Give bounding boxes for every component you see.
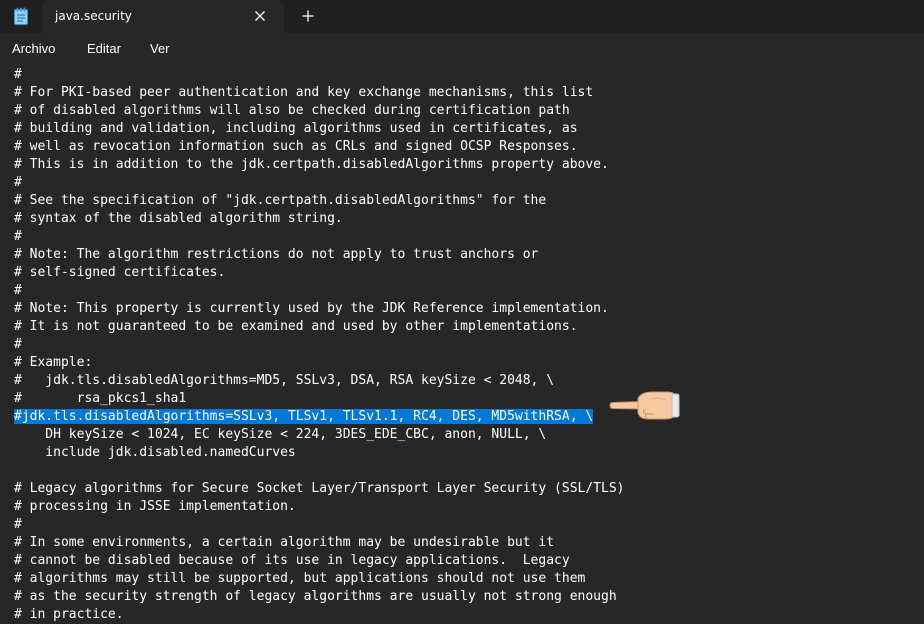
code-line-text: # processing in JSSE implementation. <box>14 499 296 514</box>
code-line-text: # cannot be disabled because of its use … <box>14 553 570 568</box>
code-line-text: # syntax of the disabled algorithm strin… <box>14 211 343 226</box>
code-line-text: # in practice. <box>14 607 124 622</box>
code-line[interactable]: # <box>14 282 624 300</box>
code-line-text: # <box>14 175 22 190</box>
code-line-text: # as the security strength of legacy alg… <box>14 589 617 604</box>
code-line-text: # For PKI-based peer authentication and … <box>14 85 594 100</box>
code-line[interactable]: # Note: This property is currently used … <box>14 300 624 318</box>
code-line[interactable]: # <box>14 66 624 84</box>
code-line-text: DH keySize < 1024, EC keySize < 224, 3DE… <box>14 427 547 442</box>
code-line-text: # <box>14 229 22 244</box>
code-line[interactable]: # cannot be disabled because of its use … <box>14 552 624 570</box>
code-line[interactable]: # as the security strength of legacy alg… <box>14 588 624 606</box>
code-line-text: # building and validation, including alg… <box>14 121 578 136</box>
code-line-text: # Note: The algorithm restrictions do no… <box>14 247 539 262</box>
code-line-text: # <box>14 283 22 298</box>
tab-title: java.security <box>55 9 132 23</box>
code-line-text: # In some environments, a certain algori… <box>14 535 555 550</box>
code-line[interactable]: # syntax of the disabled algorithm strin… <box>14 210 624 228</box>
tab-java-security[interactable]: java.security <box>42 0 284 33</box>
code-line[interactable]: # Note: The algorithm restrictions do no… <box>14 246 624 264</box>
code-line-text: # <box>14 67 22 82</box>
code-line[interactable]: # It is not guaranteed to be examined an… <box>14 318 624 336</box>
code-line[interactable]: # See the specification of "jdk.certpath… <box>14 192 624 210</box>
code-line-text: # <box>14 517 22 532</box>
code-line-text: # Example: <box>14 355 93 370</box>
code-line[interactable]: # well as revocation information such as… <box>14 138 624 156</box>
plus-icon[interactable] <box>299 7 317 25</box>
text-editor[interactable]: # # For PKI-based peer authentication and… <box>0 63 924 624</box>
code-line-text: # See the specification of "jdk.certpath… <box>14 193 547 208</box>
code-line[interactable]: # Legacy algorithms for Secure Socket La… <box>14 480 624 498</box>
code-line[interactable]: # <box>14 516 624 534</box>
code-line-text: # Legacy algorithms for Secure Socket La… <box>14 481 625 496</box>
code-line[interactable]: # self-signed certificates. <box>14 264 624 282</box>
code-line[interactable]: # jdk.tls.disabledAlgorithms=MD5, SSLv3,… <box>14 372 624 390</box>
code-line[interactable] <box>14 462 624 480</box>
code-line-text: # Note: This property is currently used … <box>14 301 609 316</box>
code-line[interactable]: # <box>14 228 624 246</box>
code-line-text: # well as revocation information such as… <box>14 139 578 154</box>
code-line[interactable]: # of disabled algorithms will also be ch… <box>14 102 624 120</box>
code-line[interactable]: include jdk.disabled.namedCurves <box>14 444 624 462</box>
code-line-text: #jdk.tls.disabledAlgorithms=SSLv3, TLSv1… <box>14 409 594 424</box>
selected-code-line[interactable]: #jdk.tls.disabledAlgorithms=SSLv3, TLSv1… <box>14 408 624 426</box>
code-line[interactable]: # <box>14 336 624 354</box>
code-line[interactable]: # This is in addition to the jdk.certpat… <box>14 156 624 174</box>
code-line-text: # It is not guaranteed to be examined an… <box>14 319 578 334</box>
code-line-text: include jdk.disabled.namedCurves <box>14 445 296 460</box>
menu-archivo[interactable]: Archivo <box>12 41 55 56</box>
code-line[interactable]: # algorithms may still be supported, but… <box>14 570 624 588</box>
code-line-text: # This is in addition to the jdk.certpat… <box>14 157 609 172</box>
code-line-text: # of disabled algorithms will also be ch… <box>14 103 570 118</box>
editor-content[interactable]: # # For PKI-based peer authentication and… <box>14 66 624 624</box>
code-line[interactable]: # in practice. <box>14 606 624 624</box>
menu-editar[interactable]: Editar <box>87 41 121 56</box>
code-line-text: # rsa_pkcs1_sha1 <box>14 391 187 406</box>
pointing-hand-icon <box>609 391 680 420</box>
code-line-text: # self-signed certificates. <box>14 265 226 280</box>
code-line[interactable]: # processing in JSSE implementation. <box>14 498 624 516</box>
menu-ver[interactable]: Ver <box>150 41 170 56</box>
code-line[interactable]: # rsa_pkcs1_sha1 <box>14 390 624 408</box>
notepad-icon[interactable] <box>13 7 29 25</box>
code-line[interactable]: # In some environments, a certain algori… <box>14 534 624 552</box>
code-line[interactable]: # For PKI-based peer authentication and … <box>14 84 624 102</box>
close-icon[interactable] <box>251 7 269 25</box>
code-line[interactable]: # <box>14 174 624 192</box>
title-bar: java.security <box>0 0 924 33</box>
code-line[interactable]: # Example: <box>14 354 624 372</box>
code-line[interactable]: DH keySize < 1024, EC keySize < 224, 3DE… <box>14 426 624 444</box>
code-line-text: # jdk.tls.disabledAlgorithms=MD5, SSLv3,… <box>14 373 555 388</box>
menu-bar: Archivo Editar Ver <box>0 33 924 63</box>
code-line-text: # <box>14 337 22 352</box>
code-line-text: # algorithms may still be supported, but… <box>14 571 586 586</box>
code-line[interactable]: # building and validation, including alg… <box>14 120 624 138</box>
